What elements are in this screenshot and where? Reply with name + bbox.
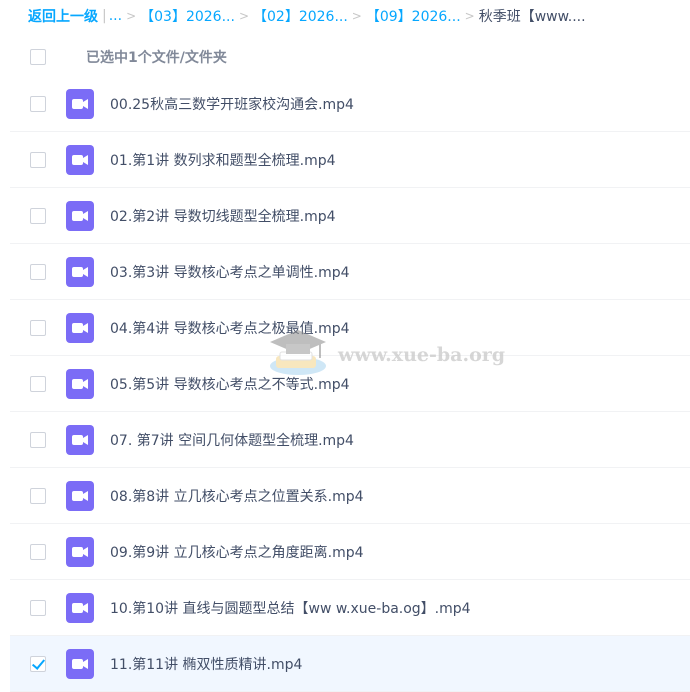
selection-status: 已选中1个文件/文件夹 bbox=[86, 50, 227, 66]
file-checkbox[interactable] bbox=[30, 264, 46, 280]
file-checkbox[interactable] bbox=[30, 152, 46, 168]
file-row[interactable]: 09.第9讲 立几核心考点之角度距离.mp4 bbox=[10, 524, 690, 580]
file-name[interactable]: 04.第4讲 导数核心考点之极最值.mp4 bbox=[110, 318, 350, 338]
file-name[interactable]: 02.第2讲 导数切线题型全梳理.mp4 bbox=[110, 206, 336, 226]
file-row[interactable]: 11.第11讲 椭双性质精讲.mp4 bbox=[10, 636, 690, 692]
file-name[interactable]: 08.第8讲 立几核心考点之位置关系.mp4 bbox=[110, 486, 364, 506]
file-list: 00.25秋高三数学开班家校沟通会.mp4 01.第1讲 数列求和题型全梳理.mp… bbox=[10, 76, 690, 692]
video-file-icon bbox=[66, 313, 94, 343]
breadcrumb-item-1[interactable]: 【03】2026... bbox=[140, 6, 235, 26]
file-checkbox-checked[interactable] bbox=[30, 656, 46, 672]
breadcrumb-separator: > bbox=[351, 9, 362, 23]
selection-header: 已选中1个文件/文件夹 bbox=[10, 40, 690, 74]
file-checkbox[interactable] bbox=[30, 544, 46, 560]
video-file-icon bbox=[66, 481, 94, 511]
file-row[interactable]: 00.25秋高三数学开班家校沟通会.mp4 bbox=[10, 76, 690, 132]
file-checkbox[interactable] bbox=[30, 432, 46, 448]
file-checkbox[interactable] bbox=[30, 320, 46, 336]
select-all-checkbox[interactable] bbox=[30, 49, 46, 65]
video-file-icon bbox=[66, 257, 94, 287]
back-link[interactable]: 返回上一级 bbox=[28, 6, 98, 26]
breadcrumb-separator: > bbox=[126, 9, 137, 23]
breadcrumb-divider: | bbox=[102, 8, 107, 24]
file-checkbox[interactable] bbox=[30, 600, 46, 616]
video-file-icon bbox=[66, 89, 94, 119]
video-file-icon bbox=[66, 593, 94, 623]
file-row[interactable]: 04.第4讲 导数核心考点之极最值.mp4 bbox=[10, 300, 690, 356]
file-row[interactable]: 02.第2讲 导数切线题型全梳理.mp4 bbox=[10, 188, 690, 244]
file-name[interactable]: 01.第1讲 数列求和题型全梳理.mp4 bbox=[110, 150, 336, 170]
file-name[interactable]: 11.第11讲 椭双性质精讲.mp4 bbox=[110, 654, 302, 674]
breadcrumb-separator: > bbox=[238, 9, 249, 23]
breadcrumb-separator: > bbox=[464, 9, 475, 23]
video-file-icon bbox=[66, 649, 94, 679]
video-file-icon bbox=[66, 201, 94, 231]
file-row[interactable]: 08.第8讲 立几核心考点之位置关系.mp4 bbox=[10, 468, 690, 524]
file-name[interactable]: 00.25秋高三数学开班家校沟通会.mp4 bbox=[110, 94, 354, 114]
breadcrumb-item-3[interactable]: 【09】2026... bbox=[366, 6, 461, 26]
file-name[interactable]: 07. 第7讲 空间几何体题型全梳理.mp4 bbox=[110, 430, 354, 450]
file-name[interactable]: 03.第3讲 导数核心考点之单调性.mp4 bbox=[110, 262, 350, 282]
file-row[interactable]: 01.第1讲 数列求和题型全梳理.mp4 bbox=[10, 132, 690, 188]
breadcrumb-ellipsis[interactable]: ... bbox=[109, 8, 122, 24]
file-row[interactable]: 05.第5讲 导数核心考点之不等式.mp4 bbox=[10, 356, 690, 412]
file-checkbox[interactable] bbox=[30, 208, 46, 224]
breadcrumb-current: 秋季班【www.... bbox=[478, 9, 586, 25]
file-name[interactable]: 05.第5讲 导数核心考点之不等式.mp4 bbox=[110, 374, 350, 394]
file-name[interactable]: 09.第9讲 立几核心考点之角度距离.mp4 bbox=[110, 542, 364, 562]
video-file-icon bbox=[66, 369, 94, 399]
file-row[interactable]: 07. 第7讲 空间几何体题型全梳理.mp4 bbox=[10, 412, 690, 468]
file-row[interactable]: 03.第3讲 导数核心考点之单调性.mp4 bbox=[10, 244, 690, 300]
video-file-icon bbox=[66, 537, 94, 567]
breadcrumb-item-2[interactable]: 【02】2026... bbox=[253, 6, 348, 26]
video-file-icon bbox=[66, 425, 94, 455]
file-name[interactable]: 10.第10讲 直线与圆题型总结【ww w.xue-ba.og】.mp4 bbox=[110, 598, 471, 618]
video-file-icon bbox=[66, 145, 94, 175]
breadcrumb: 返回上一级 | ... > 【03】2026... > 【02】2026... … bbox=[28, 0, 688, 32]
file-checkbox[interactable] bbox=[30, 488, 46, 504]
file-checkbox[interactable] bbox=[30, 96, 46, 112]
file-checkbox[interactable] bbox=[30, 376, 46, 392]
file-row[interactable]: 10.第10讲 直线与圆题型总结【ww w.xue-ba.og】.mp4 bbox=[10, 580, 690, 636]
